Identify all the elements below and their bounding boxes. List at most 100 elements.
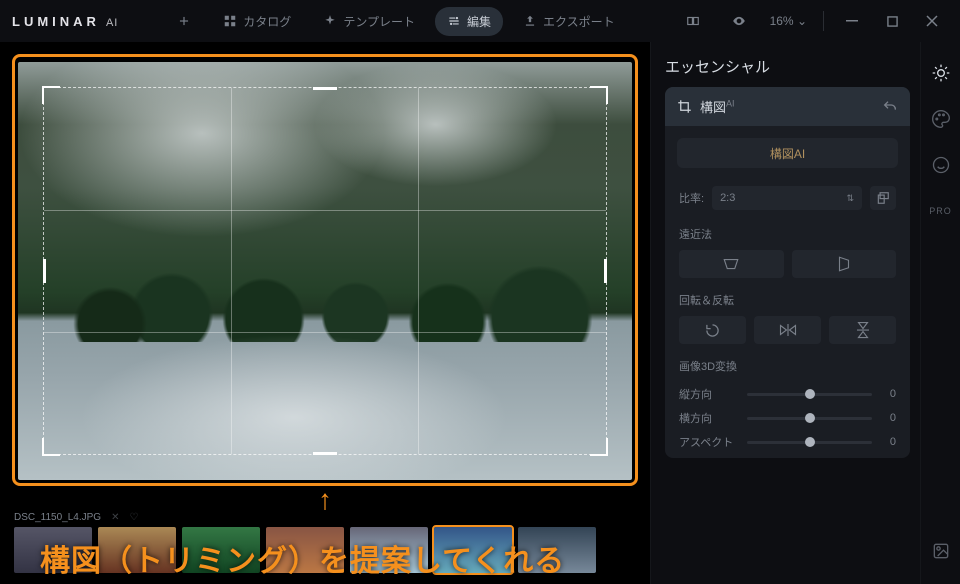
slider-knob[interactable] xyxy=(805,437,815,447)
nav-export[interactable]: エクスポート xyxy=(511,7,627,36)
nav-templates[interactable]: テンプレート xyxy=(311,7,427,36)
rotate-icon xyxy=(705,323,720,338)
divider xyxy=(823,11,824,31)
filmstrip-header: DSC_1150_L4.JPG ✕ ♡ xyxy=(14,512,636,525)
perspective-v-icon xyxy=(837,255,851,273)
edit-panel: エッセンシャル 構図AI 構図AI 比率: 2:3 ⇅ xyxy=(650,42,920,584)
nav-edit[interactable]: 編集 xyxy=(435,7,503,36)
nav-templates-label: テンプレート xyxy=(343,13,415,30)
preview-button[interactable] xyxy=(720,8,758,34)
crop-handle-top[interactable] xyxy=(313,87,337,90)
crop-handle-br[interactable] xyxy=(590,438,608,456)
crop-handle-bl[interactable] xyxy=(42,438,60,456)
vertical-slider[interactable] xyxy=(747,393,872,396)
flip-v-icon xyxy=(856,321,870,339)
export-icon xyxy=(523,14,537,28)
minimize-icon xyxy=(846,15,858,27)
vertical-label: 縦方向 xyxy=(679,386,739,402)
crop-handle-bottom[interactable] xyxy=(313,452,337,455)
app-logo: LUMINAR AI xyxy=(12,14,118,29)
horizontal-slider[interactable] xyxy=(747,417,872,420)
photo-preview[interactable] xyxy=(18,62,632,480)
horizontal-label: 横方向 xyxy=(679,410,739,426)
panel-title: エッセンシャル xyxy=(665,56,910,77)
perspective-v-button[interactable] xyxy=(792,250,897,278)
vertical-slider-row: 縦方向 0 xyxy=(679,382,896,406)
vertical-value: 0 xyxy=(880,388,896,400)
tool-header[interactable]: 構図AI xyxy=(665,87,910,126)
window-minimize[interactable] xyxy=(836,15,868,27)
nav-edit-label: 編集 xyxy=(467,13,491,30)
aspect-value: 0 xyxy=(880,436,896,448)
aspect-slider[interactable] xyxy=(747,441,872,444)
crop-handle-tr[interactable] xyxy=(590,86,608,104)
crop-handle-right[interactable] xyxy=(604,259,607,283)
logo-text: LUMINAR xyxy=(12,14,100,29)
window-close[interactable] xyxy=(916,15,948,27)
nav-catalog-label: カタログ xyxy=(243,13,291,30)
transform-3d-label: 画像3D変換 xyxy=(679,358,896,374)
perspective-h-button[interactable] xyxy=(679,250,784,278)
aspect-label: アスペクト xyxy=(679,434,739,450)
compare-icon xyxy=(686,14,700,28)
face-icon xyxy=(931,155,951,175)
tool-name: 構図AI xyxy=(700,97,735,116)
orientation-icon xyxy=(876,191,890,205)
zoom-display[interactable]: 16% ⌄ xyxy=(766,14,811,28)
rail-portrait[interactable] xyxy=(928,152,954,178)
slider-knob[interactable] xyxy=(805,413,815,423)
rail-essentials[interactable] xyxy=(928,60,954,86)
horizontal-slider-row: 横方向 0 xyxy=(679,406,896,430)
crop-overlay[interactable] xyxy=(43,87,608,455)
logo-suffix: AI xyxy=(106,17,118,29)
sliders-icon xyxy=(447,14,461,28)
top-bar: LUMINAR AI カタログ テンプレート 編集 エクスポート 16% ⌄ xyxy=(0,0,960,42)
flip-h-button[interactable] xyxy=(754,316,821,344)
plus-icon xyxy=(177,14,191,28)
flip-h-icon xyxy=(779,323,797,337)
suggest-composition-button[interactable]: 構図AI xyxy=(677,138,898,168)
perspective-label: 遠近法 xyxy=(679,226,896,242)
rotate-flip-section: 回転＆反転 xyxy=(665,282,910,348)
eye-icon xyxy=(732,14,746,28)
window-maximize[interactable] xyxy=(876,16,908,27)
nav-catalog[interactable]: カタログ xyxy=(211,7,303,36)
canvas[interactable]: ↑ xyxy=(0,42,650,512)
aspect-slider-row: アスペクト 0 xyxy=(679,430,896,454)
close-icon xyxy=(926,15,938,27)
chevron-down-icon: ⌄ xyxy=(797,14,807,28)
sun-icon xyxy=(931,63,951,83)
crop-handle-left[interactable] xyxy=(43,259,46,283)
slider-knob[interactable] xyxy=(805,389,815,399)
rotate-button[interactable] xyxy=(679,316,746,344)
horizontal-value: 0 xyxy=(880,412,896,424)
ratio-select[interactable]: 2:3 ⇅ xyxy=(712,186,862,210)
pin-icon[interactable]: ✕ xyxy=(111,512,119,523)
rail-pro[interactable]: PRO xyxy=(928,198,954,224)
tool-rail: PRO xyxy=(920,42,960,584)
heart-icon[interactable]: ♡ xyxy=(129,512,138,523)
rotate-orientation-button[interactable] xyxy=(870,186,896,210)
main-area: ↑ DSC_1150_L4.JPG ✕ ♡ エッセンシャル xyxy=(0,42,960,584)
stepper-icon: ⇅ xyxy=(846,193,854,204)
pro-label: PRO xyxy=(929,206,952,216)
sparkle-icon xyxy=(323,14,337,28)
add-button[interactable] xyxy=(165,8,203,34)
maximize-icon xyxy=(887,16,898,27)
filename-label: DSC_1150_L4.JPG xyxy=(14,512,101,523)
flip-v-button[interactable] xyxy=(829,316,896,344)
ratio-label: 比率: xyxy=(679,190,704,206)
crop-icon xyxy=(677,99,692,114)
compare-button[interactable] xyxy=(674,8,712,34)
composition-tool: 構図AI 構図AI 比率: 2:3 ⇅ 遠近法 xyxy=(665,87,910,458)
palette-icon xyxy=(931,109,951,129)
perspective-h-icon xyxy=(722,257,740,271)
image-viewer: ↑ DSC_1150_L4.JPG ✕ ♡ xyxy=(0,42,650,584)
rotate-flip-label: 回転＆反転 xyxy=(679,292,896,308)
zoom-value: 16% xyxy=(770,14,794,28)
rail-creative[interactable] xyxy=(928,106,954,132)
undo-icon[interactable] xyxy=(882,99,898,115)
crop-handle-tl[interactable] xyxy=(42,86,60,104)
transform-3d-section: 画像3D変換 縦方向 0 横方向 0 アスペクト 0 xyxy=(665,348,910,458)
suggest-label: 構図AI xyxy=(770,145,805,162)
